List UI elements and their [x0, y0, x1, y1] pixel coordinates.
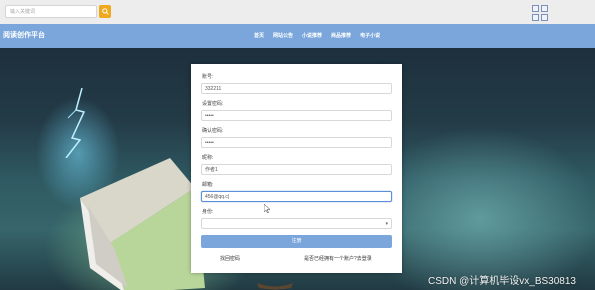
- nav-menu: 首页 网站公告 小说推荐 商品推荐 电子小说: [254, 32, 380, 39]
- nav-item-product-recommendations[interactable]: 商品推荐: [331, 32, 351, 39]
- identity-select[interactable]: ▾: [201, 218, 392, 229]
- email-label: 邮箱:: [202, 182, 214, 188]
- nav-item-novel-recommendations[interactable]: 小说推荐: [302, 32, 322, 39]
- nav-bar: 阅读创作平台 首页 网站公告 小说推荐 商品推荐 电子小说: [0, 24, 595, 48]
- chevron-down-icon: ▾: [385, 221, 388, 227]
- confirm-password-input[interactable]: •••••: [201, 137, 392, 148]
- qr-code-icon[interactable]: [532, 5, 548, 21]
- forgot-password-link[interactable]: 找回密码: [220, 255, 240, 262]
- register-form: 账号: 332211 设置密码: ••••• 确认密码: ••••• 昵称: 作…: [191, 64, 402, 273]
- identity-label: 身份:: [202, 209, 214, 215]
- nav-item-announcements[interactable]: 网站公告: [273, 32, 293, 39]
- nav-item-home[interactable]: 首页: [254, 32, 264, 39]
- register-button[interactable]: 注册: [201, 235, 392, 248]
- nickname-label: 昵称:: [202, 155, 214, 161]
- search-icon: [101, 8, 109, 15]
- search-button[interactable]: [99, 5, 111, 18]
- site-title: 阅读创作平台: [3, 32, 45, 39]
- password-label: 设置密码:: [202, 101, 224, 107]
- search-input[interactable]: 输入关键词: [5, 5, 97, 18]
- login-link[interactable]: 是否已经拥有一个账户?去登录: [304, 255, 372, 262]
- book-image: [80, 158, 205, 290]
- account-label: 账号:: [202, 74, 214, 80]
- email-input[interactable]: 456@qq.c|: [201, 191, 392, 202]
- mouse-cursor-icon: [264, 204, 270, 213]
- watermark-text: CSDN @计算机毕设vx_BS30813: [428, 276, 576, 287]
- password-input[interactable]: •••••: [201, 110, 392, 121]
- boat-image: [257, 283, 293, 290]
- top-bar: 输入关键词: [0, 0, 595, 25]
- nickname-input[interactable]: 作者1: [201, 164, 392, 175]
- account-input[interactable]: 332211: [201, 83, 392, 94]
- confirm-password-label: 确认密码:: [202, 128, 224, 134]
- nav-item-e-novels[interactable]: 电子小说: [360, 32, 380, 39]
